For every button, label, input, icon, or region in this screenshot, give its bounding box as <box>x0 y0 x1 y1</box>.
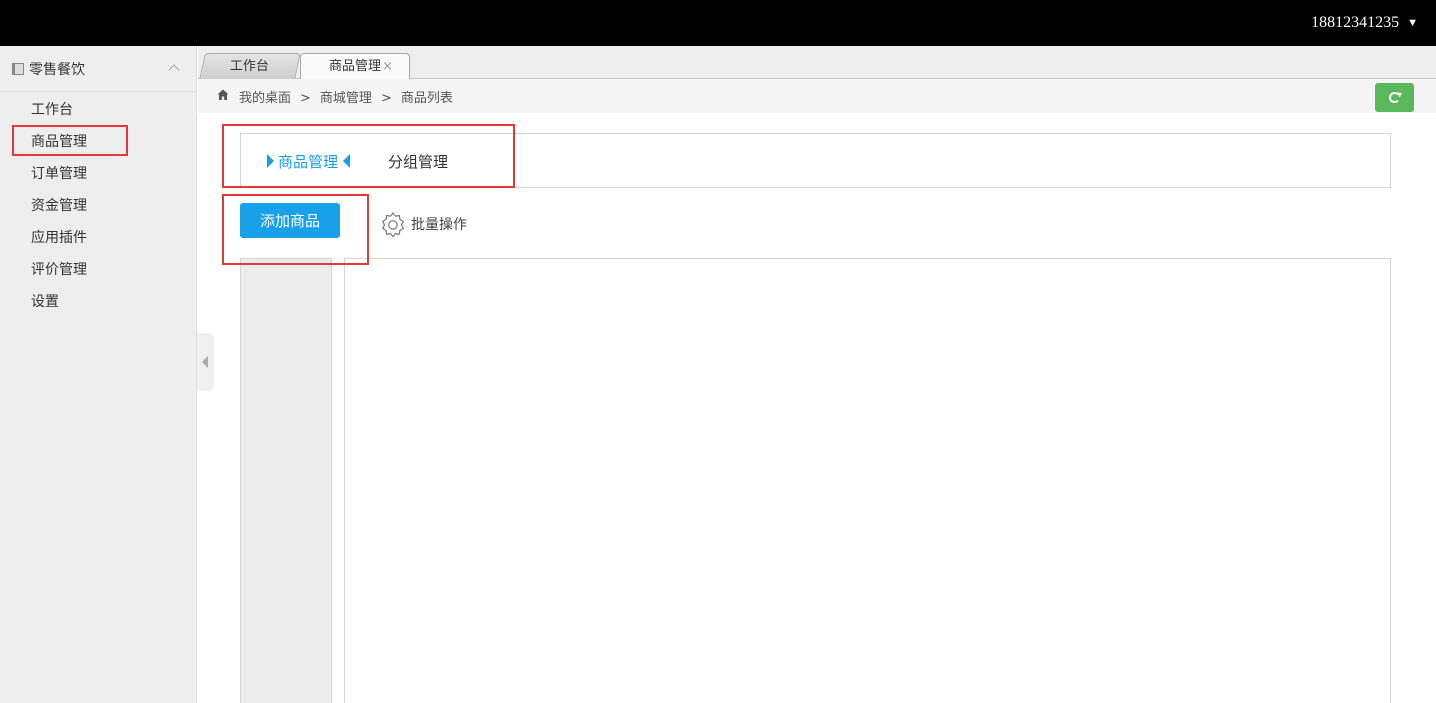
breadcrumb-separator: > <box>380 91 392 106</box>
caret-left-icon <box>343 154 351 168</box>
breadcrumb-item[interactable]: 我的桌面 <box>239 91 291 106</box>
sidebar-item-plugins[interactable]: 应用插件 <box>0 222 196 254</box>
breadcrumb-bar: 我的桌面 > 商城管理 > 商品列表 <box>198 79 1436 113</box>
tab-workbench[interactable]: 工作台 <box>199 53 301 79</box>
refresh-icon <box>1389 92 1400 103</box>
sidebar-item-funds[interactable]: 资金管理 <box>0 190 196 222</box>
batch-operation-button[interactable]: 批量操作 <box>380 211 467 237</box>
tab-goods-management[interactable]: 商品管理 × <box>300 53 410 80</box>
subtab-goods-management[interactable]: 商品管理 <box>267 151 351 172</box>
breadcrumb-separator: > <box>300 91 311 106</box>
tab-strip: 工作台 商品管理 × <box>198 46 1436 80</box>
group-list-panel <box>240 258 332 703</box>
batch-operation-label: 批量操作 <box>411 217 467 233</box>
close-icon[interactable]: × <box>382 54 393 79</box>
user-phone: 18812341235 <box>1311 14 1400 31</box>
add-goods-button[interactable]: 添加商品 <box>240 203 340 238</box>
subtab-label: 商品管理 <box>278 153 339 171</box>
goods-list-panel <box>344 258 1391 703</box>
sidebar-item-settings[interactable]: 设置 <box>0 286 196 318</box>
sidebar-item-orders[interactable]: 订单管理 <box>0 158 196 190</box>
sidebar: 零售餐饮 工作台 商品管理 订单管理 资金管理 应用插件 评价管理 设置 <box>0 46 197 703</box>
caret-right-icon <box>267 154 274 168</box>
sidebar-item-workbench[interactable]: 工作台 <box>0 94 196 126</box>
breadcrumb-item[interactable]: 商城管理 <box>320 91 372 106</box>
subtab-group-management[interactable]: 分组管理 <box>388 151 448 172</box>
top-bar: 18812341235 ▼ <box>0 0 1436 46</box>
gear-icon <box>382 212 404 237</box>
chevron-up-icon <box>168 64 180 76</box>
sidebar-item-goods[interactable]: 商品管理 <box>0 126 196 158</box>
chevron-left-icon <box>202 356 208 368</box>
sidebar-collapse-handle[interactable] <box>197 333 214 391</box>
refresh-button[interactable] <box>1375 83 1414 112</box>
sidebar-item-reviews[interactable]: 评价管理 <box>0 254 196 286</box>
sidebar-section-title: 零售餐饮 <box>29 61 85 78</box>
tab-label: 工作台 <box>230 59 270 74</box>
goods-subnav: 商品管理 分组管理 <box>240 133 1391 188</box>
caret-down-icon: ▼ <box>1407 17 1418 29</box>
tab-label: 商品管理 <box>328 59 381 74</box>
user-menu[interactable]: 18812341235 ▼ <box>1311 14 1418 32</box>
home-icon[interactable] <box>217 89 229 101</box>
book-icon <box>12 62 24 75</box>
breadcrumb: 我的桌面 > 商城管理 > 商品列表 <box>239 87 453 106</box>
breadcrumb-item-current: 商品列表 <box>400 91 453 106</box>
sidebar-section-header[interactable]: 零售餐饮 <box>0 46 196 92</box>
